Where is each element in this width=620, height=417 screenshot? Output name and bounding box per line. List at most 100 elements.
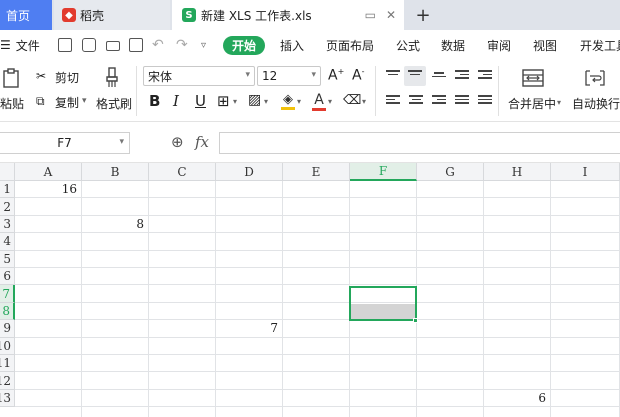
fill-color-icon[interactable]: ◈ — [280, 91, 296, 111]
formula-input[interactable] — [219, 132, 620, 154]
row-header-12[interactable]: 12 — [0, 372, 15, 390]
new-tab-button[interactable]: + — [412, 0, 434, 30]
cell-a1[interactable]: 16 — [15, 182, 77, 199]
menu-view[interactable]: 视图 — [533, 30, 557, 60]
justify-icon[interactable] — [455, 95, 469, 107]
row-header-1[interactable]: 1 — [0, 181, 15, 199]
auto-wrap-icon[interactable] — [582, 66, 608, 90]
row-header-13[interactable]: 13 — [0, 389, 15, 408]
row-header-5[interactable]: 5 — [0, 250, 15, 268]
column-header-c[interactable]: C — [149, 163, 216, 181]
row-gridline — [15, 214, 620, 216]
format-painter-icon[interactable] — [100, 66, 124, 90]
selection-box[interactable] — [349, 286, 417, 321]
decrease-font-icon[interactable]: A- — [352, 67, 364, 84]
column-header-h[interactable]: H — [484, 163, 551, 181]
row-header-2[interactable]: 2 — [0, 198, 15, 216]
menu-formula[interactable]: 公式 — [396, 30, 420, 60]
menu-dev-tools[interactable]: 开发工具 — [580, 30, 620, 60]
merge-center-icon[interactable] — [520, 66, 546, 90]
print-preview-icon[interactable] — [129, 38, 143, 52]
tab-home[interactable]: 首页 — [0, 0, 52, 30]
indent-increase-icon[interactable] — [478, 70, 492, 82]
print-icon[interactable] — [106, 41, 120, 51]
menu-data[interactable]: 数据 — [441, 30, 465, 60]
zoom-search-icon[interactable]: ⊕ — [171, 133, 184, 151]
copy-label[interactable]: 复制 — [55, 94, 79, 111]
increase-font-icon[interactable]: A+ — [328, 67, 344, 84]
redo-icon[interactable]: ↷ — [176, 30, 188, 60]
select-all-corner[interactable] — [0, 163, 15, 181]
font-name-value: 宋体 — [148, 69, 173, 84]
font-name-select[interactable]: 宋体 ▾ — [143, 66, 255, 86]
quick-access-dropdown-icon[interactable]: ▿ — [201, 30, 206, 60]
paste-icon[interactable] — [0, 66, 22, 90]
menu-start[interactable]: 开始 — [223, 36, 265, 55]
underline-button[interactable]: U — [195, 92, 206, 110]
save-icon[interactable] — [58, 38, 72, 52]
merge-center-label[interactable]: 合并居中 — [508, 95, 556, 112]
row-header-3[interactable]: 3 — [0, 215, 15, 234]
cell-d9[interactable]: 7 — [216, 321, 278, 338]
pin-tab-icon[interactable]: ▭ — [365, 8, 376, 22]
export-pdf-icon[interactable] — [82, 38, 96, 52]
fill-handle[interactable] — [413, 318, 418, 323]
menu-insert[interactable]: 插入 — [280, 30, 304, 60]
align-middle-icon[interactable] — [404, 66, 426, 86]
font-color-icon[interactable]: A — [311, 91, 327, 111]
name-box[interactable]: F7 ▾ — [0, 132, 130, 154]
tab-daoke[interactable]: ◆ 稻壳 — [54, 0, 170, 30]
row-header-8[interactable]: 8 — [0, 302, 15, 321]
cell-style-dropdown-icon[interactable]: ▾ — [264, 97, 268, 106]
cut-label[interactable]: 剪切 — [55, 69, 79, 86]
border-dropdown-icon[interactable]: ▾ — [233, 97, 237, 106]
row-header-6[interactable]: 6 — [0, 268, 15, 286]
align-center-icon[interactable] — [409, 95, 423, 107]
border-icon[interactable]: ⊞ — [217, 92, 230, 110]
column-header-b[interactable]: B — [82, 163, 149, 181]
undo-icon[interactable]: ↶ — [152, 30, 164, 60]
function-icon[interactable]: fx — [195, 133, 209, 151]
copy-icon[interactable]: ⧉ — [36, 94, 45, 109]
distributed-icon[interactable] — [478, 95, 492, 107]
cell-style-icon[interactable]: ▨ — [248, 92, 261, 108]
close-tab-icon[interactable]: ✕ — [386, 8, 396, 22]
cell-h13[interactable]: 6 — [484, 391, 546, 408]
italic-button[interactable]: I — [173, 92, 179, 110]
fill-color-dropdown-icon[interactable]: ▾ — [297, 97, 301, 106]
menu-review[interactable]: 审阅 — [487, 30, 511, 60]
copy-dropdown-icon[interactable]: ▾ — [82, 96, 87, 106]
font-size-select[interactable]: 12 ▾ — [257, 66, 321, 86]
align-right-icon[interactable] — [432, 95, 446, 107]
paste-label[interactable]: 粘贴 — [0, 95, 24, 112]
menu-file[interactable]: ☰ 文件 — [0, 30, 40, 60]
indent-decrease-icon[interactable] — [455, 70, 469, 82]
align-bottom-icon[interactable] — [432, 72, 446, 84]
font-color-dropdown-icon[interactable]: ▾ — [328, 97, 332, 106]
auto-wrap-label[interactable]: 自动换行 — [572, 95, 620, 112]
ribbon-toolbar: 粘贴 ✂ 剪切 ⧉ 复制 ▾ 格式刷 宋体 ▾ 12 ▾ A+ A- B I U… — [0, 60, 620, 122]
row-header-10[interactable]: 10 — [0, 337, 15, 355]
column-header-g[interactable]: G — [417, 163, 484, 181]
cell-b3[interactable]: 8 — [82, 217, 144, 234]
bold-button[interactable]: B — [149, 92, 160, 110]
row-header-11[interactable]: 11 — [0, 355, 15, 373]
format-painter-label[interactable]: 格式刷 — [96, 95, 132, 112]
column-header-e[interactable]: E — [283, 163, 350, 181]
menu-page-layout[interactable]: 页面布局 — [326, 30, 374, 60]
column-header-d[interactable]: D — [216, 163, 283, 181]
tab-document[interactable]: S 新建 XLS 工作表.xls ▭ ✕ — [172, 0, 404, 30]
row-header-4[interactable]: 4 — [0, 233, 15, 251]
row-header-7[interactable]: 7 — [0, 285, 15, 303]
eraser-dropdown-icon[interactable]: ▾ — [362, 97, 366, 106]
cut-icon[interactable]: ✂ — [36, 69, 46, 83]
eraser-icon[interactable]: ⌫ — [343, 93, 361, 108]
align-top-icon[interactable] — [386, 70, 400, 82]
row-header-9[interactable]: 9 — [0, 320, 15, 338]
column-gridline — [483, 181, 484, 417]
merge-center-dropdown-icon[interactable]: ▾ — [557, 98, 561, 107]
column-header-a[interactable]: A — [15, 163, 82, 181]
column-header-i[interactable]: I — [551, 163, 620, 181]
align-left-icon[interactable] — [386, 95, 400, 107]
column-header-f[interactable]: F — [350, 163, 417, 181]
